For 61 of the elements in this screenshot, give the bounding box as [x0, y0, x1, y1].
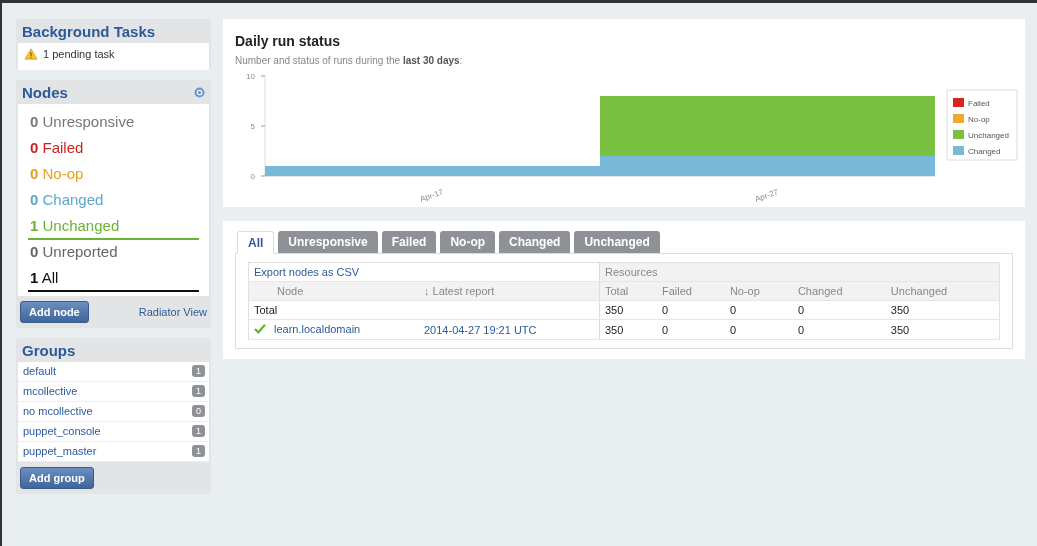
- group-link[interactable]: puppet_master: [23, 445, 97, 457]
- chart-subtitle: Number and status of runs during the last 30 days:: [235, 55, 464, 66]
- filter-tab[interactable]: Unchanged: [574, 231, 660, 253]
- group-count: 0: [192, 405, 205, 417]
- node-status-link[interactable]: 1 All: [28, 266, 199, 292]
- add-node-button[interactable]: Add node: [20, 301, 89, 323]
- filter-tab[interactable]: All: [237, 231, 275, 254]
- warning-icon: [24, 48, 38, 60]
- panel-title: Background Tasks: [22, 23, 156, 40]
- table-cell: 0: [661, 304, 669, 316]
- group-count: 1: [192, 365, 205, 377]
- x-tick-label: Apr-27: [753, 187, 780, 203]
- x-tick-label: Apr-17: [418, 187, 445, 203]
- chart-title: Daily run status: [235, 33, 342, 49]
- panel-title: Groups: [22, 342, 76, 359]
- group-count: 1: [192, 425, 205, 437]
- filter-tab[interactable]: Unresponsive: [278, 231, 378, 253]
- table-cell: 350: [890, 323, 910, 336]
- legend-label: Changed: [968, 147, 1001, 156]
- table-cell: 0: [729, 323, 736, 336]
- export-csv-link[interactable]: Export nodes as CSV: [254, 266, 360, 278]
- radiator-view-link[interactable]: Radiator View: [138, 306, 207, 318]
- node-status-link[interactable]: 0 Changed: [28, 188, 199, 214]
- table-cell: 350: [605, 304, 624, 316]
- table-cell: 0: [797, 304, 804, 316]
- table-cell: Total: [254, 304, 278, 316]
- group-link[interactable]: no mcollective: [23, 405, 93, 417]
- y-tick-label: 5: [250, 122, 255, 131]
- table-cell: 0: [729, 304, 736, 316]
- node-link[interactable]: learn.localdomain: [274, 323, 361, 335]
- group-count: 1: [192, 385, 205, 397]
- node-status-link[interactable]: 0 Unreported: [28, 240, 199, 266]
- table-cell: 0: [661, 323, 669, 336]
- add-group-button[interactable]: Add group: [20, 467, 94, 489]
- node-status-link[interactable]: 0 Unresponsive: [28, 110, 199, 136]
- legend-label: Failed: [968, 99, 990, 108]
- table-cell: 0: [797, 323, 804, 336]
- column-group-header: Resources: [605, 266, 658, 278]
- group-link[interactable]: default: [23, 365, 57, 377]
- table-cell: 350: [890, 304, 910, 316]
- table-cell: 350: [605, 323, 624, 336]
- y-tick-label: 10: [246, 72, 255, 81]
- check-icon: [254, 324, 266, 334]
- node-status-link[interactable]: 1 Unchanged: [28, 214, 199, 240]
- task-message: 1 pending task: [43, 48, 115, 60]
- node-status-link[interactable]: 0 No-op: [28, 162, 199, 188]
- filter-tab[interactable]: No-op: [440, 231, 496, 253]
- legend-background: [946, 89, 1018, 161]
- legend-label: No-op: [968, 115, 990, 124]
- filter-tab[interactable]: Changed: [499, 231, 571, 253]
- help-icon[interactable]: [194, 87, 205, 98]
- node-status-link[interactable]: 0 Failed: [28, 136, 199, 162]
- group-link[interactable]: mcollective: [23, 385, 78, 397]
- report-link[interactable]: 2014-04-27 19:21 UTC: [424, 323, 537, 336]
- column-header[interactable]: Node: [277, 285, 304, 297]
- panel-title: Nodes: [22, 84, 68, 101]
- group-count: 1: [192, 445, 205, 457]
- filter-tab[interactable]: Failed: [381, 231, 437, 253]
- group-link[interactable]: puppet_console: [23, 425, 101, 437]
- y-tick-label: 0: [250, 172, 255, 181]
- legend-label: Unchanged: [968, 131, 1009, 140]
